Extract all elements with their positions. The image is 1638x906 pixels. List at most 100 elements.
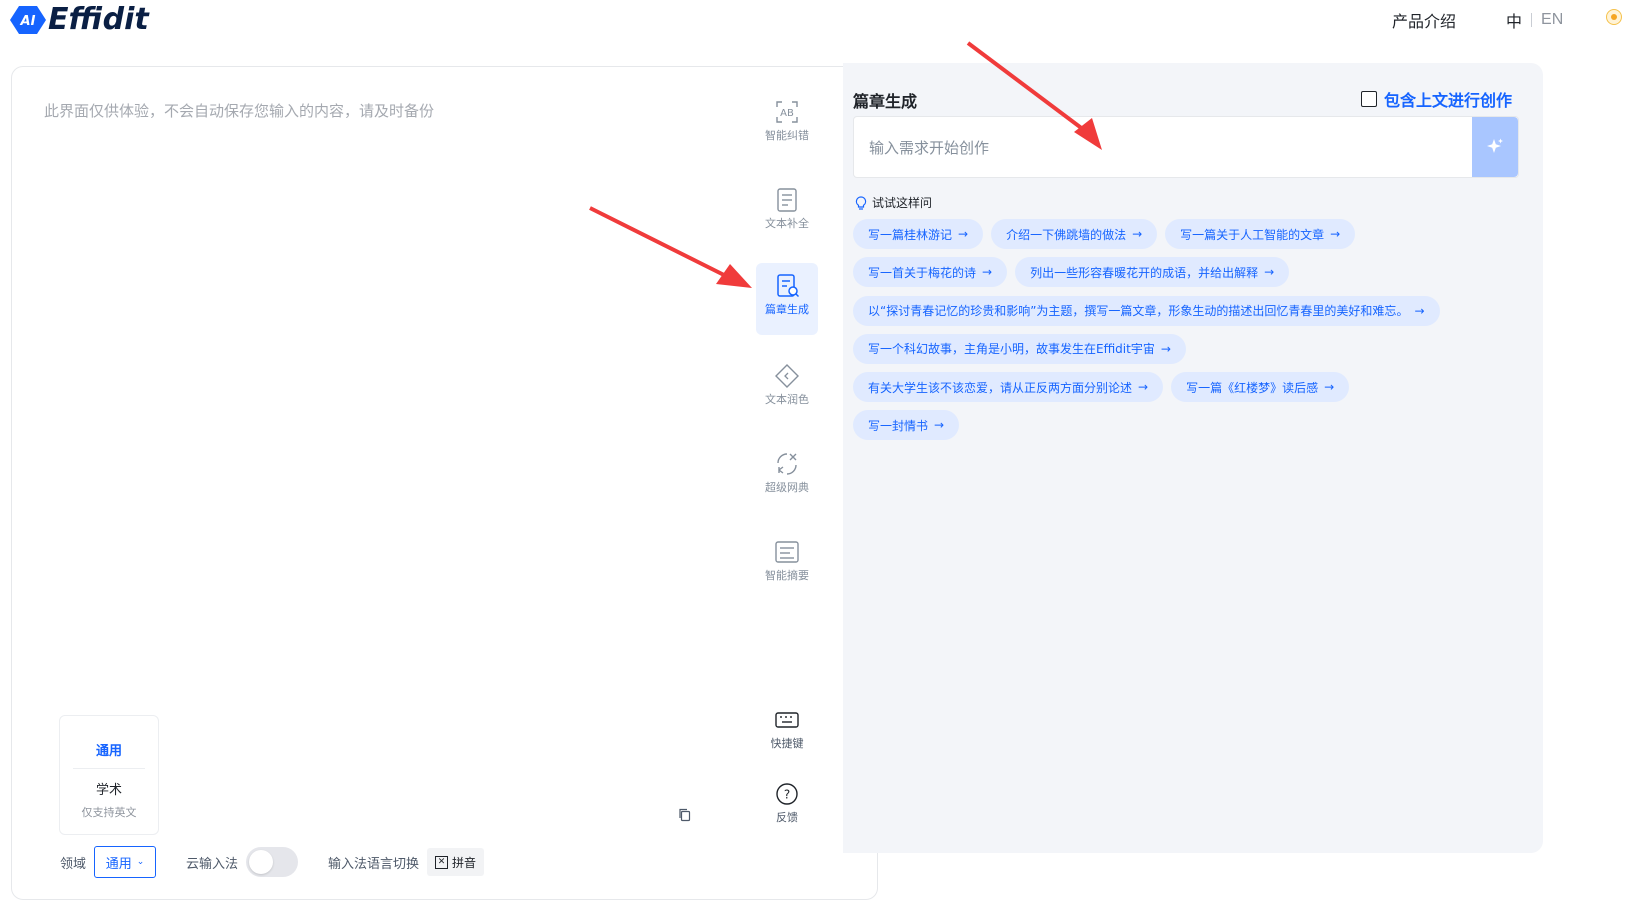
polish-icon bbox=[775, 364, 799, 388]
tool-label: 文本补全 bbox=[765, 217, 809, 230]
suggestion-chip[interactable]: 写一个科幻故事，主角是小明，故事发生在Effidit宇宙 → bbox=[853, 333, 1186, 364]
lang-divider bbox=[1531, 13, 1533, 27]
arrow-right-icon: → bbox=[1324, 380, 1335, 395]
svg-text:AI: AI bbox=[20, 14, 36, 29]
tool-text-polish[interactable]: 文本润色 bbox=[756, 353, 818, 425]
academic-note: 仅支持英文 bbox=[81, 806, 137, 819]
arrow-right-icon: → bbox=[1132, 227, 1143, 241]
generate-button[interactable] bbox=[1472, 117, 1518, 177]
lang-en-option[interactable]: EN bbox=[1541, 11, 1563, 29]
suggestion-row: 有关大学生该不该恋爱，请从正反两方面分别论述 → 写一篇《红楼梦》读后感 → bbox=[853, 372, 1533, 403]
editor-card: 此界面仅供体验，不会自动保存您输入的内容，请及时备份 通用 学术 仅支持英文 领… bbox=[11, 66, 878, 900]
suggestion-text: 写一封情书 bbox=[868, 418, 929, 433]
tool-label: 快捷键 bbox=[770, 737, 804, 750]
panel-title: 篇章生成 bbox=[853, 92, 918, 111]
domain-select-value: 通用 bbox=[105, 856, 132, 872]
domain-option-general[interactable]: 通用 bbox=[60, 740, 158, 759]
include-context-checkbox[interactable]: 包含上文进行创作 bbox=[1361, 87, 1512, 111]
lang-zh-option[interactable]: 中 bbox=[1506, 8, 1522, 32]
ime-box-icon: ✕ bbox=[435, 855, 449, 869]
suggestion-chip[interactable]: 介绍一下佛跳墙的做法 → bbox=[991, 219, 1158, 249]
copy-icon[interactable] bbox=[677, 807, 693, 823]
ime-switch-label: 输入法语言切换 bbox=[328, 856, 420, 872]
logo-badge-icon: AI bbox=[10, 5, 46, 34]
suggestion-text: 写一首关于梅花的诗 bbox=[868, 265, 977, 280]
effidit-logo[interactable]: AI Effidit bbox=[10, 2, 149, 37]
suggestion-chip[interactable]: 写一篇《红楼梦》读后感 → bbox=[1171, 372, 1350, 403]
tool-label: 智能纠错 bbox=[765, 129, 809, 142]
domain-option-academic[interactable]: 学术 bbox=[60, 779, 158, 798]
arrow-right-icon: → bbox=[982, 265, 993, 280]
chevron-down-icon: ⌄ bbox=[136, 857, 145, 867]
suggestion-chip[interactable]: 有关大学生该不该恋爱，请从正反两方面分别论述 → bbox=[853, 372, 1164, 403]
tool-text-complete[interactable]: 文本补全 bbox=[756, 177, 818, 249]
suggestion-text: 介绍一下佛跳墙的做法 bbox=[1006, 227, 1127, 242]
suggestion-chip[interactable]: 以“探讨青春记忆的珍贵和影响”为主题，撰写一篇文章，形象生动的描述出回忆青春里的… bbox=[853, 295, 1440, 326]
arrow-right-icon: → bbox=[1160, 341, 1171, 356]
tool-smart-correct[interactable]: AB 智能纠错 bbox=[756, 89, 818, 161]
suggestion-row: 写一首关于梅花的诗 → 列出一些形容春暖花开的成语，并给出解释 → bbox=[853, 257, 1533, 288]
tool-label: 反馈 bbox=[776, 811, 798, 824]
checkbox-icon bbox=[1361, 91, 1377, 107]
editor-bottom-bar: 领域 通用 ⌄ 云输入法 输入法语言切换 ✕ 拼音 bbox=[60, 845, 485, 879]
suggestion-text: 有关大学生该不该恋爱，请从正反两方面分别论述 bbox=[868, 380, 1133, 395]
tool-label: 篇章生成 bbox=[765, 303, 809, 316]
domain-select[interactable]: 通用 ⌄ bbox=[94, 846, 157, 878]
try-asking-label: 试试这样问 bbox=[855, 194, 932, 211]
suggestion-text: 写一篇桂林游记 bbox=[868, 227, 953, 242]
cloud-ime-toggle[interactable] bbox=[246, 847, 299, 877]
suggestion-row: 写一封情书 → bbox=[853, 410, 1533, 441]
suggestion-chip[interactable]: 列出一些形容春暖花开的成语，并给出解释 → bbox=[1015, 257, 1290, 288]
suggestion-text: 写一个科幻故事，主角是小明，故事发生在Effidit宇宙 bbox=[868, 342, 1155, 357]
arrow-right-icon: → bbox=[934, 418, 945, 433]
article-generation-panel: 篇章生成 包含上文进行创作 输入需求开始创作 试试这样问 写一篇桂林游记 → 介绍… bbox=[843, 63, 1543, 853]
help-icon: ? bbox=[776, 783, 798, 805]
suggestion-chip[interactable]: 写一封情书 → bbox=[853, 410, 960, 441]
sparkle-icon bbox=[1487, 138, 1503, 153]
lightbulb-icon bbox=[855, 195, 867, 210]
editor-textarea[interactable]: 此界面仅供体验，不会自动保存您输入的内容，请及时备份 bbox=[44, 100, 434, 121]
domain-divider bbox=[73, 768, 145, 769]
suggestion-row: 写一篇桂林游记 → 介绍一下佛跳墙的做法 → 写一篇关于人工智能的文章 → bbox=[853, 219, 1533, 249]
suggestion-text: 写一篇关于人工智能的文章 bbox=[1180, 227, 1325, 242]
keyboard-icon bbox=[775, 712, 799, 728]
svg-text:AB: AB bbox=[780, 108, 794, 119]
arrow-right-icon: → bbox=[1264, 265, 1275, 280]
tool-article-generation[interactable]: 篇章生成 bbox=[756, 263, 818, 335]
logo-text: Effidit bbox=[48, 2, 149, 37]
prompt-input-box: 输入需求开始创作 bbox=[853, 116, 1519, 178]
ab-check-icon: AB bbox=[776, 101, 798, 123]
suggestion-chip[interactable]: 写一首关于梅花的诗 → bbox=[853, 257, 1008, 288]
suggestion-text: 写一篇《红楼梦》读后感 bbox=[1186, 380, 1319, 395]
tool-feedback[interactable]: ? 反馈 bbox=[756, 771, 818, 843]
suggestion-list: 写一篇桂林游记 → 介绍一下佛跳墙的做法 → 写一篇关于人工智能的文章 → 写一首关于… bbox=[853, 219, 1533, 449]
try-asking-text: 试试这样问 bbox=[872, 196, 933, 210]
suggestion-row: 以“探讨青春记忆的珍贵和影响”为主题，撰写一篇文章，形象生动的描述出回忆青春里的… bbox=[853, 295, 1533, 326]
arrow-right-icon: → bbox=[1414, 303, 1425, 318]
arrow-right-icon: → bbox=[958, 227, 969, 241]
suggestion-chip[interactable]: 写一篇桂林游记 → bbox=[853, 219, 984, 249]
tool-label: 文本润色 bbox=[765, 393, 809, 406]
suggestion-text: 以“探讨青春记忆的珍贵和影响”为主题，撰写一篇文章，形象生动的描述出回忆青春里的… bbox=[868, 304, 1409, 319]
arrow-right-icon: → bbox=[1138, 380, 1149, 395]
suggestion-text: 列出一些形容春暖花开的成语，并给出解释 bbox=[1030, 265, 1259, 280]
dictionary-icon bbox=[777, 453, 797, 475]
tool-label: 智能摘要 bbox=[765, 569, 809, 582]
ime-value: 拼音 bbox=[452, 855, 477, 870]
ime-language-select[interactable]: ✕ 拼音 bbox=[427, 848, 485, 876]
arrow-right-icon: → bbox=[1330, 227, 1341, 241]
prompt-input[interactable]: 输入需求开始创作 bbox=[869, 137, 989, 158]
coin-icon[interactable] bbox=[1606, 9, 1622, 25]
tool-label: 超级网典 bbox=[765, 481, 809, 494]
svg-text:?: ? bbox=[784, 788, 790, 802]
tool-shortcuts[interactable]: 快捷键 bbox=[756, 697, 818, 769]
tool-super-dictionary[interactable]: 超级网典 bbox=[756, 441, 818, 513]
suggestion-chip[interactable]: 写一篇关于人工智能的文章 → bbox=[1165, 219, 1356, 249]
summary-icon bbox=[775, 541, 799, 563]
language-switch: 中 EN bbox=[1506, 8, 1563, 32]
tool-smart-summary[interactable]: 智能摘要 bbox=[756, 529, 818, 601]
cloud-ime-label: 云输入法 bbox=[186, 856, 239, 872]
product-intro-link[interactable]: 产品介绍 bbox=[1392, 8, 1456, 32]
top-header: AI Effidit 产品介绍 中 EN bbox=[0, 0, 1638, 48]
domain-label: 领域 bbox=[60, 856, 87, 872]
